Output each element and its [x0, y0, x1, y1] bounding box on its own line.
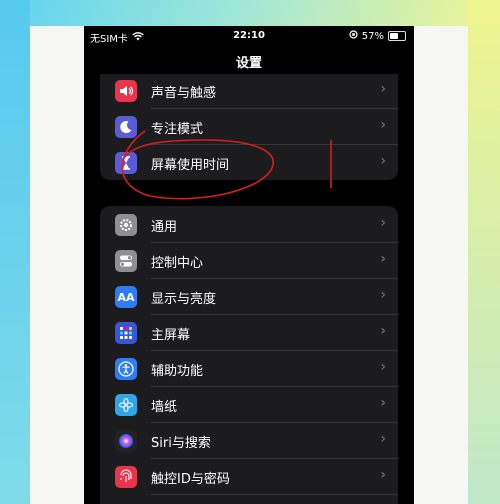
row-label: Siri与搜索 — [151, 436, 211, 451]
divider — [151, 494, 398, 495]
row-control-center[interactable]: 控制中心 › — [100, 243, 398, 279]
row-label: 声音与触感 — [151, 86, 217, 101]
fingerprint-icon — [115, 466, 137, 488]
hourglass-icon — [115, 152, 137, 174]
row-label: 主屏幕 — [151, 328, 191, 343]
chevron-right-icon: › — [380, 251, 386, 267]
orientation-lock-icon — [349, 30, 358, 42]
row-sounds-haptics[interactable]: 声音与触感 › — [100, 74, 398, 109]
accessibility-icon — [115, 358, 137, 380]
aa-icon: AA — [115, 286, 137, 308]
row-display-brightness[interactable]: AA 显示与亮度 › — [100, 279, 398, 315]
row-label: 专注模式 — [151, 122, 204, 137]
chevron-right-icon: › — [380, 467, 386, 483]
row-siri-search[interactable]: Siri与搜索 › — [100, 423, 398, 459]
row-focus[interactable]: 专注模式 › — [100, 109, 398, 145]
phone-screen: 无SIM卡 22:10 57% 设置 声音与触感 › 专注模式 › 屏幕使用时间… — [84, 26, 414, 504]
chevron-right-icon: › — [380, 117, 386, 133]
flower-icon — [115, 394, 137, 416]
page-title: 设置 — [235, 56, 262, 71]
settings-group-2: 通用 › 控制中心 › AA 显示与亮度 › 主屏幕 › 辅助功能 › 墙纸 ›… — [100, 206, 398, 504]
chevron-right-icon: › — [380, 215, 386, 231]
speaker-icon — [115, 80, 137, 102]
row-general[interactable]: 通用 › — [100, 207, 398, 243]
row-touch-id-passcode[interactable]: 触控ID与密码 › — [100, 459, 398, 495]
row-accessibility[interactable]: 辅助功能 › — [100, 351, 398, 387]
chevron-right-icon: › — [380, 323, 386, 339]
row-home-screen[interactable]: 主屏幕 › — [100, 315, 398, 351]
backdrop-right — [468, 0, 500, 504]
chevron-right-icon: › — [380, 153, 386, 169]
moon-icon — [115, 116, 137, 138]
row-label: 墙纸 — [151, 400, 178, 415]
toggle-icon — [115, 250, 137, 272]
siri-icon — [115, 430, 137, 452]
chevron-right-icon: › — [380, 359, 386, 375]
row-label: 显示与亮度 — [151, 292, 217, 307]
status-bar: 无SIM卡 22:10 57% — [84, 26, 414, 48]
row-label: 通用 — [151, 220, 178, 235]
backdrop-left — [0, 0, 30, 504]
row-label: 触控ID与密码 — [151, 472, 230, 487]
chevron-right-icon: › — [380, 395, 386, 411]
settings-group-1: 声音与触感 › 专注模式 › 屏幕使用时间 › — [100, 74, 398, 180]
row-wallpaper[interactable]: 墙纸 › — [100, 387, 398, 423]
chevron-right-icon: › — [380, 287, 386, 303]
row-label: 控制中心 — [151, 256, 204, 271]
chevron-right-icon: › — [380, 81, 386, 97]
battery-icon — [388, 31, 406, 41]
row-label: 屏幕使用时间 — [151, 158, 230, 173]
battery-percent: 57% — [361, 30, 384, 42]
chevron-right-icon: › — [380, 431, 386, 447]
row-screen-time[interactable]: 屏幕使用时间 › — [100, 145, 398, 180]
grid-icon — [115, 322, 137, 344]
gear-icon — [115, 214, 137, 236]
row-label: 辅助功能 — [151, 364, 204, 379]
